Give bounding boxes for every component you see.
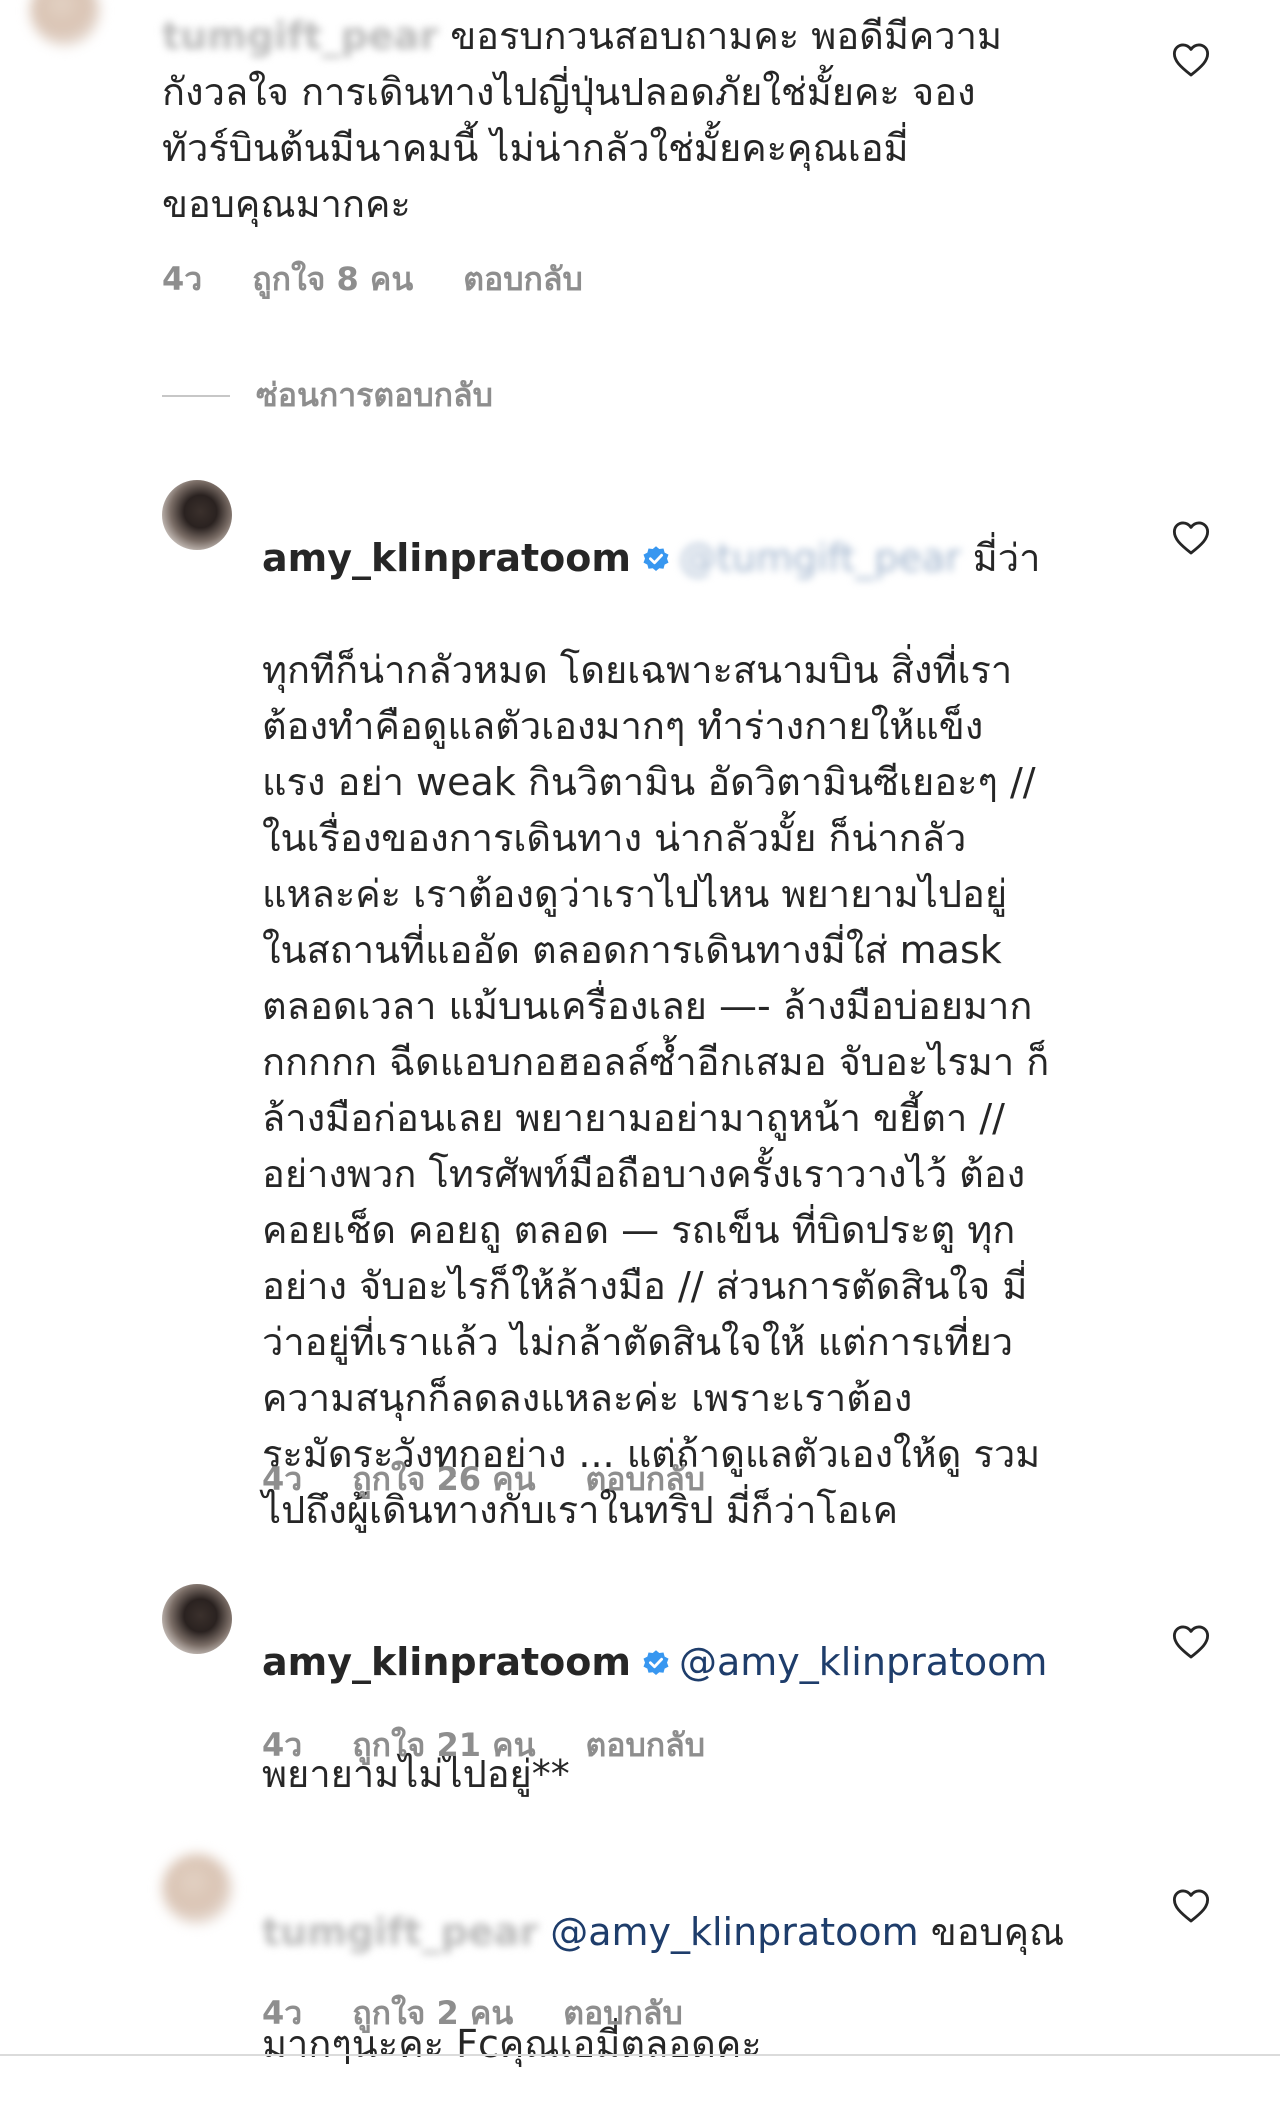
username[interactable]: amy_klinpratoom xyxy=(262,536,631,580)
comment-meta: 4ว ถูกใจ 21 คน ตอบกลับ xyxy=(262,1720,755,1771)
avatar[interactable] xyxy=(162,1854,232,1924)
verified-badge-icon xyxy=(643,1650,669,1675)
reply-button[interactable]: ตอบกลับ xyxy=(563,1994,683,2032)
comment-meta: 4ว ถูกใจ 8 คน ตอบกลับ xyxy=(162,254,633,305)
divider xyxy=(162,394,230,397)
likes-count[interactable]: ถูกใจ 21 คน xyxy=(352,1726,535,1764)
comment-meta: 4ว ถูกใจ 2 คน ตอบกลับ xyxy=(262,1988,733,2039)
timestamp: 4ว xyxy=(262,1994,303,2032)
comment-first-line: tumgift_pear @amy_klinpratoom ขอบคุณ xyxy=(262,1904,1122,1960)
heart-icon[interactable] xyxy=(1172,42,1210,78)
likes-count[interactable]: ถูกใจ 8 คน xyxy=(252,260,413,298)
comment-meta: 4ว ถูกใจ 26 คน ตอบกลับ xyxy=(262,1454,755,1505)
comment-body-first: ขอบคุณ xyxy=(918,1910,1065,1954)
likes-count[interactable]: ถูกใจ 2 คน xyxy=(352,1994,513,2032)
mention-link[interactable]: @tumgift_pear xyxy=(679,536,961,580)
mention-link[interactable]: @amy_klinpratoom xyxy=(550,1910,918,1954)
avatar[interactable] xyxy=(162,480,232,550)
username[interactable]: tumgift_pear xyxy=(162,14,438,58)
heart-icon[interactable] xyxy=(1172,1624,1210,1660)
reply-button[interactable]: ตอบกลับ xyxy=(585,1460,705,1498)
comment-text: amy_klinpratoom @tumgift_pear มี่ว่า ทุกท… xyxy=(262,474,1122,1594)
verified-badge-icon xyxy=(643,546,669,571)
avatar[interactable] xyxy=(162,1584,232,1654)
comment-body-first: มี่ว่า xyxy=(960,536,1041,580)
timestamp: 4ว xyxy=(262,1460,303,1498)
comment-text: amy_klinpratoom @amy_klinpratoom พยายามไม… xyxy=(262,1578,1122,1858)
comment-first-line: amy_klinpratoom @tumgift_pear มี่ว่า xyxy=(262,530,1122,586)
comment-body: ทุกทีก็น่ากลัวหมด โดยเฉพาะสนามบิน สิ่งที… xyxy=(262,648,1050,1532)
reply-button[interactable]: ตอบกลับ xyxy=(463,260,583,298)
likes-count[interactable]: ถูกใจ 26 คน xyxy=(352,1460,535,1498)
reply-button[interactable]: ตอบกลับ xyxy=(585,1726,705,1764)
avatar[interactable] xyxy=(30,0,100,46)
hide-replies-button[interactable]: ซ่อนการตอบกลับ xyxy=(162,370,493,421)
heart-icon[interactable] xyxy=(1172,520,1210,556)
username[interactable]: amy_klinpratoom xyxy=(262,1640,631,1684)
mention-link[interactable]: @amy_klinpratoom xyxy=(679,1640,1047,1684)
username[interactable]: tumgift_pear xyxy=(262,1910,538,1954)
timestamp: 4ว xyxy=(162,260,203,298)
hide-replies-label: ซ่อนการตอบกลับ xyxy=(256,376,493,414)
comment-text: tumgift_pear ขอรบกวนสอบถามคะ พอดีมีความ … xyxy=(162,8,1082,232)
timestamp: 4ว xyxy=(262,1726,303,1764)
comment-first-line: amy_klinpratoom @amy_klinpratoom xyxy=(262,1634,1122,1690)
heart-icon[interactable] xyxy=(1172,1888,1210,1924)
